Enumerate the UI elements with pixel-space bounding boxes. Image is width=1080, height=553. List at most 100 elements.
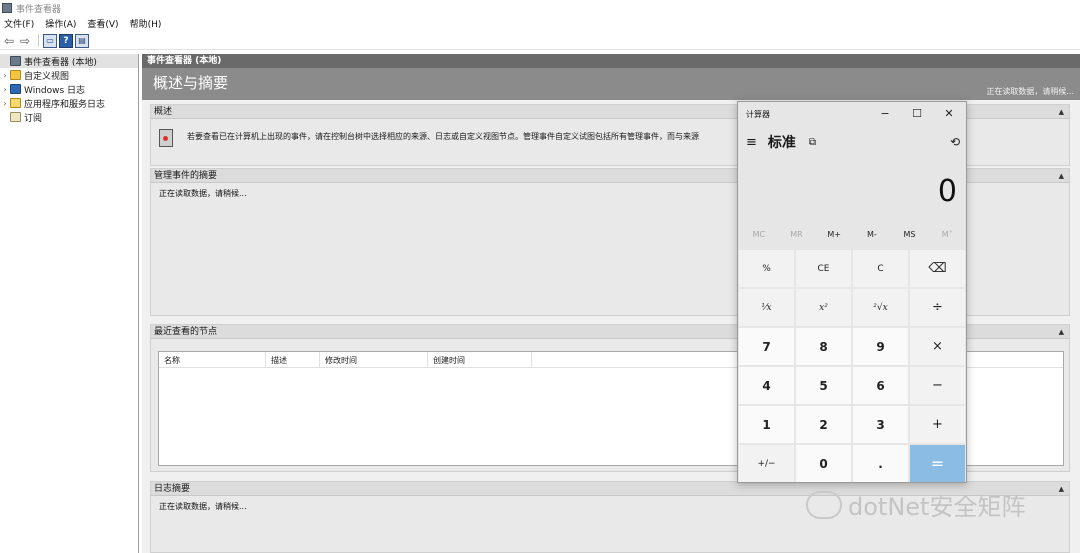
multiply-button[interactable]: × [910,328,965,365]
calculator-mode-title: 标准 [767,135,796,151]
column-header-description[interactable]: 描述 [266,352,320,367]
digit-2-button[interactable]: 2 [796,406,851,443]
memory-add-button[interactable]: M+ [815,230,853,244]
event-viewer-window: 事件查看器 文件(F) 操作(A) 查看(V) 帮助(H) ⇦ ⇨ ▭ ? ▤ … [0,0,1080,553]
tree-item-label: 订阅 [24,113,43,124]
maximize-icon[interactable]: ☐ [904,105,930,123]
close-icon[interactable]: ✕ [936,105,962,123]
tree-item-windows-logs[interactable]: › Windows 日志 [0,82,138,96]
history-icon[interactable]: ⟲ [950,135,960,149]
digit-7-button[interactable]: 7 [739,328,794,365]
calculator-title-bar: 计算器 − ☐ ✕ [738,102,966,126]
keep-on-top-icon[interactable]: ⧉ [809,137,816,148]
toolbar-separator [38,34,39,47]
digit-1-button[interactable]: 1 [739,406,794,443]
menu-help[interactable]: 帮助(H) [130,17,162,30]
digit-8-button[interactable]: 8 [796,328,851,365]
digit-9-button[interactable]: 9 [853,328,908,365]
tree-item-label: 应用程序和服务日志 [24,99,106,110]
clear-entry-button[interactable]: CE [796,250,851,287]
menu-action[interactable]: 操作(A) [45,17,76,30]
tree-item-label: Windows 日志 [24,85,86,96]
loading-status: 正在读取数据，请稍候... [986,87,1074,96]
reciprocal-button[interactable]: ⅟x [739,289,794,326]
collapse-caret-icon[interactable]: ▲ [1059,325,1064,339]
column-header-name[interactable]: 名称 [159,352,266,367]
collapse-caret-icon[interactable]: ▲ [1059,482,1064,496]
tree-item-custom-views[interactable]: › 自定义视图 [0,68,138,82]
watermark: dotNet安全矩阵 [806,487,1025,522]
memory-list-button[interactable]: M˅ [928,230,966,244]
calculator-keypad: % CE C ⌫ ⅟x x² ²√x ÷ 7 8 9 × 4 5 6 − 1 2… [739,250,965,482]
clear-button[interactable]: C [853,250,908,287]
square-button[interactable]: x² [796,289,851,326]
digit-3-button[interactable]: 3 [853,406,908,443]
action-pane-toggle-icon[interactable]: ▤ [75,33,89,48]
back-arrow-icon[interactable]: ⇦ [2,34,16,48]
equals-button[interactable]: = [910,445,965,482]
backspace-icon[interactable]: ⌫ [910,250,965,287]
section-title: 日志摘要 [154,484,191,494]
tree-item-app-service-logs[interactable]: › 应用程序和服务日志 [0,96,138,110]
memory-store-button[interactable]: MS [891,230,929,244]
section-title: 最近查看的节点 [154,327,218,337]
folder-icon [10,98,21,108]
menu-bar: 文件(F) 操作(A) 查看(V) 帮助(H) [0,16,172,31]
forward-arrow-icon[interactable]: ⇨ [18,34,32,48]
tree-expand-arrow[interactable]: › [0,85,10,94]
collapse-caret-icon[interactable]: ▲ [1059,169,1064,183]
calculator-display: 0 [937,174,957,209]
square-root-button[interactable]: ²√x [853,289,908,326]
tree-expand-arrow[interactable]: › [0,99,10,108]
memory-subtract-button[interactable]: M- [853,230,891,244]
tree-expand-arrow[interactable]: › [0,71,10,80]
tree-item-event-viewer-local[interactable]: 事件查看器 (本地) [0,54,138,68]
digit-6-button[interactable]: 6 [853,367,908,404]
folder-icon [10,70,21,80]
negate-button[interactable]: +/− [739,445,794,482]
tree-item-label: 事件查看器 (本地) [24,57,97,68]
section-title: 概述 [154,107,173,117]
console-tree: 事件查看器 (本地) › 自定义视图 › Windows 日志 › 应用程序和服… [0,54,139,553]
overview-info-icon [159,129,173,147]
main-header: 事件查看器 (本地) [142,54,1080,68]
overview-description: 若要查看已在计算机上出现的事件，请在控制台树中选择相应的来源、日志或自定义视图节… [187,132,699,141]
divide-button[interactable]: ÷ [910,289,965,326]
console-tree-toggle-icon[interactable]: ▭ [43,33,57,48]
wechat-logo-icon [806,490,842,519]
section-title: 管理事件的摘要 [154,171,218,181]
toolbar: ⇦ ⇨ ▭ ? ▤ [0,32,1080,50]
event-viewer-app-icon [2,3,12,13]
calculator-mode-bar: ≡ 标准 ⧉ ⟲ [746,132,960,152]
subscriptions-icon [10,112,21,122]
collapse-caret-icon[interactable]: ▲ [1059,105,1064,119]
windows-logs-icon [10,84,21,94]
help-icon[interactable]: ? [59,33,73,48]
memory-row: MC MR M+ M- MS M˅ [740,230,966,244]
menu-file[interactable]: 文件(F) [4,17,34,30]
calculator-title: 计算器 [746,110,770,119]
event-viewer-icon [10,56,21,66]
memory-clear-button[interactable]: MC [740,230,778,244]
digit-4-button[interactable]: 4 [739,367,794,404]
column-header-created[interactable]: 创建时间 [428,352,532,367]
title-bar: 事件查看器 [0,0,1080,16]
digit-0-button[interactable]: 0 [796,445,851,482]
tree-item-label: 自定义视图 [24,71,70,82]
column-header-modified[interactable]: 修改时间 [320,352,428,367]
tree-item-subscriptions[interactable]: 订阅 [0,110,138,124]
percent-button[interactable]: % [739,250,794,287]
add-button[interactable]: + [910,406,965,443]
digit-5-button[interactable]: 5 [796,367,851,404]
calculator-window: 计算器 − ☐ ✕ ≡ 标准 ⧉ ⟲ 0 MC MR M+ M- MS M˅ %… [737,101,967,483]
minimize-icon[interactable]: − [872,105,898,123]
memory-recall-button[interactable]: MR [778,230,816,244]
watermark-text: dotNet安全矩阵 [848,493,1026,521]
decimal-point-button[interactable]: . [853,445,908,482]
overview-banner: 概述与摘要 正在读取数据，请稍候... [142,68,1080,100]
page-title: 概述与摘要 [153,74,229,92]
menu-view[interactable]: 查看(V) [87,17,118,30]
hamburger-menu-icon[interactable]: ≡ [746,135,757,150]
subtract-button[interactable]: − [910,367,965,404]
window-title: 事件查看器 [16,4,62,15]
